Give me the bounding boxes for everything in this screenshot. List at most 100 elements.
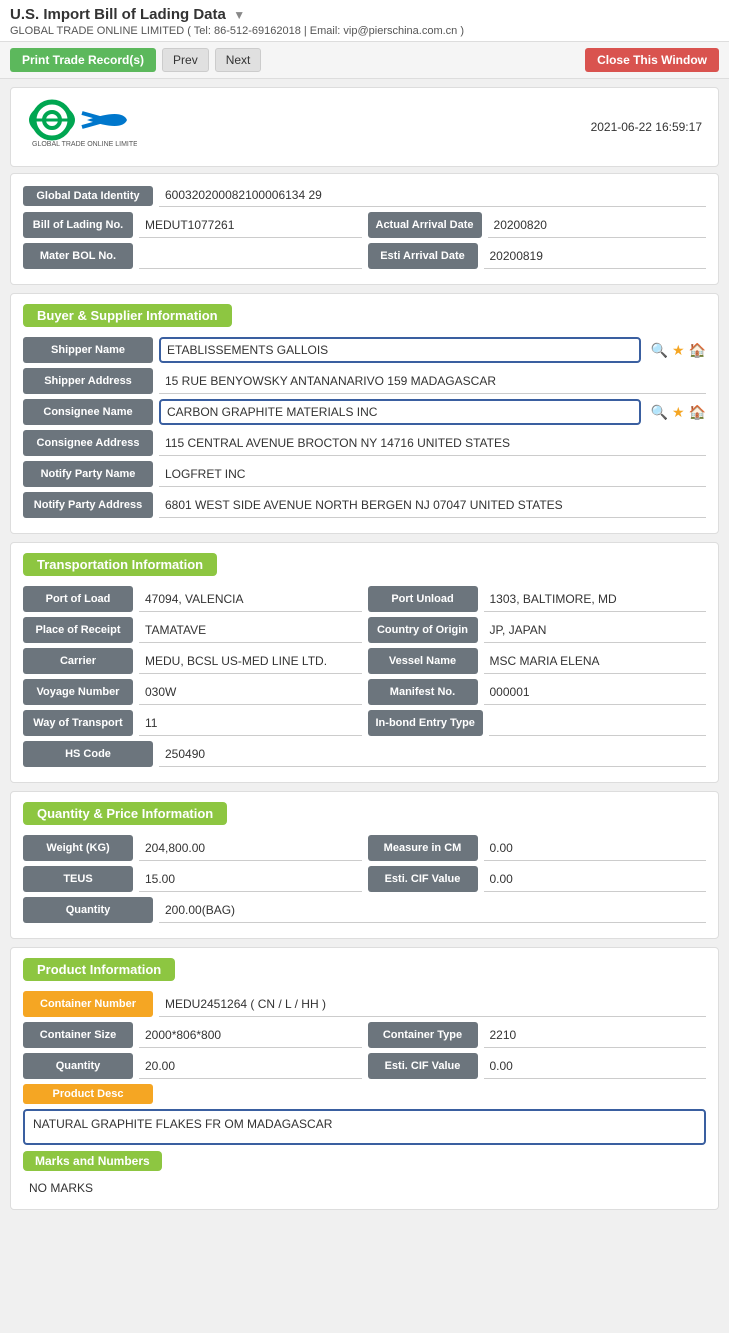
company-info: GLOBAL TRADE ONLINE LIMITED ( Tel: 86-51… bbox=[10, 25, 719, 37]
no-marks-value: NO MARKS bbox=[23, 1177, 706, 1199]
quantity-qp-value: 200.00(BAG) bbox=[159, 897, 706, 923]
consignee-icons: 🔍 ★ 🏠 bbox=[651, 399, 706, 425]
bill-of-lading-value: MEDUT1077261 bbox=[139, 212, 362, 238]
esti-arrival-value: 20200819 bbox=[484, 243, 707, 269]
voyage-number-col: Voyage Number 030W bbox=[23, 679, 362, 705]
weight-kg-col: Weight (KG) 204,800.00 bbox=[23, 835, 362, 861]
notify-party-name-row: Notify Party Name LOGFRET INC bbox=[23, 461, 706, 487]
port-load-unload-row: Port of Load 47094, VALENCIA Port Unload… bbox=[23, 586, 706, 612]
place-of-receipt-label: Place of Receipt bbox=[23, 617, 133, 643]
product-cif-col: Esti. CIF Value 0.00 bbox=[368, 1053, 707, 1079]
vessel-name-col: Vessel Name MSC MARIA ELENA bbox=[368, 648, 707, 674]
voyage-number-label: Voyage Number bbox=[23, 679, 133, 705]
bill-arrival-row: Bill of Lading No. MEDUT1077261 Actual A… bbox=[23, 212, 706, 238]
teus-label: TEUS bbox=[23, 866, 133, 892]
title-arrow-icon[interactable]: ▼ bbox=[233, 8, 245, 22]
close-button[interactable]: Close This Window bbox=[585, 48, 719, 72]
port-of-load-value: 47094, VALENCIA bbox=[139, 586, 362, 612]
container-size-value: 2000*806*800 bbox=[139, 1022, 362, 1048]
port-unload-value: 1303, BALTIMORE, MD bbox=[484, 586, 707, 612]
product-qty-col: Quantity 20.00 bbox=[23, 1053, 362, 1079]
port-of-load-col: Port of Load 47094, VALENCIA bbox=[23, 586, 362, 612]
notify-party-address-row: Notify Party Address 6801 WEST SIDE AVEN… bbox=[23, 492, 706, 518]
product-desc-label: Product Desc bbox=[23, 1084, 153, 1104]
transportation-card: Transportation Information Port of Load … bbox=[10, 542, 719, 783]
country-of-origin-value: JP, JAPAN bbox=[484, 617, 707, 643]
port-unload-label: Port Unload bbox=[368, 586, 478, 612]
consignee-star-icon[interactable]: ★ bbox=[672, 404, 685, 421]
teus-value: 15.00 bbox=[139, 866, 362, 892]
logo: GLOBAL TRADE ONLINE LIMITED bbox=[27, 98, 137, 156]
shipper-name-row: Shipper Name ETABLISSEMENTS GALLOIS 🔍 ★ … bbox=[23, 337, 706, 363]
esti-cif-qp-label: Esti. CIF Value bbox=[368, 866, 478, 892]
teus-col: TEUS 15.00 bbox=[23, 866, 362, 892]
esti-cif-qp-value: 0.00 bbox=[484, 866, 707, 892]
shipper-search-icon[interactable]: 🔍 bbox=[651, 342, 668, 359]
product-esti-cif-value: 0.00 bbox=[484, 1053, 707, 1079]
consignee-name-value: CARBON GRAPHITE MATERIALS INC bbox=[159, 399, 641, 425]
identity-card: Global Data Identity 6003202000821000061… bbox=[10, 173, 719, 285]
consignee-search-icon[interactable]: 🔍 bbox=[651, 404, 668, 421]
transportation-header: Transportation Information bbox=[23, 553, 217, 576]
mater-bol-value bbox=[139, 243, 362, 269]
shipper-star-icon[interactable]: ★ bbox=[672, 342, 685, 359]
top-bar: U.S. Import Bill of Lading Data ▼ GLOBAL… bbox=[0, 0, 729, 42]
teus-cif-row: TEUS 15.00 Esti. CIF Value 0.00 bbox=[23, 866, 706, 892]
container-number-value: MEDU2451264 ( CN / L / HH ) bbox=[159, 991, 706, 1017]
carrier-label: Carrier bbox=[23, 648, 133, 674]
mater-esti-row: Mater BOL No. Esti Arrival Date 20200819 bbox=[23, 243, 706, 269]
mater-bol-label: Mater BOL No. bbox=[23, 243, 133, 269]
product-quantity-value: 20.00 bbox=[139, 1053, 362, 1079]
way-of-transport-label: Way of Transport bbox=[23, 710, 133, 736]
port-unload-col: Port Unload 1303, BALTIMORE, MD bbox=[368, 586, 707, 612]
product-esti-cif-label: Esti. CIF Value bbox=[368, 1053, 478, 1079]
shipper-name-value: ETABLISSEMENTS GALLOIS bbox=[159, 337, 641, 363]
buyer-supplier-card: Buyer & Supplier Information Shipper Nam… bbox=[10, 293, 719, 534]
place-country-row: Place of Receipt TAMATAVE Country of Ori… bbox=[23, 617, 706, 643]
shipper-home-icon[interactable]: 🏠 bbox=[689, 342, 706, 359]
shipper-address-label: Shipper Address bbox=[23, 368, 153, 394]
shipper-icons: 🔍 ★ 🏠 bbox=[651, 337, 706, 363]
container-type-col: Container Type 2210 bbox=[368, 1022, 707, 1048]
consignee-address-label: Consignee Address bbox=[23, 430, 153, 456]
weight-measure-row: Weight (KG) 204,800.00 Measure in CM 0.0… bbox=[23, 835, 706, 861]
measure-in-cm-value: 0.00 bbox=[484, 835, 707, 861]
hs-code-value: 250490 bbox=[159, 741, 706, 767]
carrier-col: Carrier MEDU, BCSL US-MED LINE LTD. bbox=[23, 648, 362, 674]
prev-button[interactable]: Prev bbox=[162, 48, 209, 72]
container-size-col: Container Size 2000*806*800 bbox=[23, 1022, 362, 1048]
container-size-type-row: Container Size 2000*806*800 Container Ty… bbox=[23, 1022, 706, 1048]
marks-and-numbers-label: Marks and Numbers bbox=[23, 1151, 162, 1171]
consignee-name-label: Consignee Name bbox=[23, 399, 153, 425]
voyage-manifest-row: Voyage Number 030W Manifest No. 000001 bbox=[23, 679, 706, 705]
container-type-value: 2210 bbox=[484, 1022, 707, 1048]
print-button[interactable]: Print Trade Record(s) bbox=[10, 48, 156, 72]
global-data-identity-label: Global Data Identity bbox=[23, 186, 153, 206]
bill-of-lading-label: Bill of Lading No. bbox=[23, 212, 133, 238]
timestamp: 2021-06-22 16:59:17 bbox=[591, 120, 702, 134]
consignee-name-row: Consignee Name CARBON GRAPHITE MATERIALS… bbox=[23, 399, 706, 425]
product-desc-label-row: Product Desc bbox=[23, 1084, 706, 1104]
quantity-price-card: Quantity & Price Information Weight (KG)… bbox=[10, 791, 719, 939]
weight-kg-label: Weight (KG) bbox=[23, 835, 133, 861]
container-size-label: Container Size bbox=[23, 1022, 133, 1048]
shipper-address-row: Shipper Address 15 RUE BENYOWSKY ANTANAN… bbox=[23, 368, 706, 394]
place-of-receipt-value: TAMATAVE bbox=[139, 617, 362, 643]
country-of-origin-col: Country of Origin JP, JAPAN bbox=[368, 617, 707, 643]
product-info-header: Product Information bbox=[23, 958, 175, 981]
esti-arrival-label: Esti Arrival Date bbox=[368, 243, 478, 269]
product-info-card: Product Information Container Number MED… bbox=[10, 947, 719, 1210]
measure-in-cm-label: Measure in CM bbox=[368, 835, 478, 861]
vessel-name-value: MSC MARIA ELENA bbox=[484, 648, 707, 674]
page-title: U.S. Import Bill of Lading Data bbox=[10, 6, 226, 23]
in-bond-entry-value bbox=[489, 710, 706, 736]
way-of-transport-col: Way of Transport 11 bbox=[23, 710, 362, 736]
product-qty-cif-row: Quantity 20.00 Esti. CIF Value 0.00 bbox=[23, 1053, 706, 1079]
next-button[interactable]: Next bbox=[215, 48, 262, 72]
quantity-price-header: Quantity & Price Information bbox=[23, 802, 227, 825]
actual-arrival-col: Actual Arrival Date 20200820 bbox=[368, 212, 707, 238]
quantity-qp-label: Quantity bbox=[23, 897, 153, 923]
vessel-name-label: Vessel Name bbox=[368, 648, 478, 674]
consignee-home-icon[interactable]: 🏠 bbox=[689, 404, 706, 421]
manifest-no-label: Manifest No. bbox=[368, 679, 478, 705]
